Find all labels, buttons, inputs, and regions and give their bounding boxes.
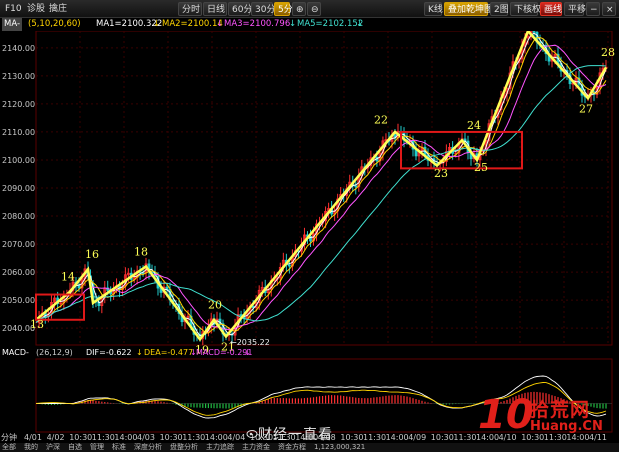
wave-label: 13 <box>30 318 44 331</box>
price-axis-label: 2080.00 <box>2 212 35 221</box>
date-axis-label: 14:00 <box>204 433 228 442</box>
date-axis-label: 11:30 <box>453 433 477 442</box>
bottom-tab[interactable]: 资金方程 <box>278 443 306 452</box>
date-axis-label: 分钟 <box>1 433 17 442</box>
bottom-tab[interactable]: 盘整分析 <box>170 443 198 452</box>
bottom-tab[interactable]: 沪深 <box>46 443 60 452</box>
kline-button[interactable]: K线 <box>424 2 443 16</box>
wave-label: 14 <box>61 271 75 284</box>
ma2-value: MA2=2100.14 <box>162 19 223 29</box>
capture-menu[interactable]: 擒庄 <box>46 2 70 16</box>
bottom-tab[interactable]: 主力追踪 <box>206 443 234 452</box>
bottom-tab[interactable]: 自选 <box>68 443 82 452</box>
logo-cn-text: 拾荒网 <box>530 399 591 421</box>
logo-url-text: Huang.CN <box>530 419 603 434</box>
date-axis-label: 10:30 <box>430 433 454 442</box>
price-axis-label: 2140.00 <box>2 44 35 53</box>
bottom-bar: 全部 我的 沪深 自选 管理 标准 深度分析 盘整分析 主力追踪 主力资金 资金方程 1,123,00… <box>0 443 619 452</box>
price-axis-label: 2130.00 <box>2 72 35 81</box>
pan-button[interactable]: 平移 <box>564 2 586 16</box>
price-axis-label: 2060.00 <box>2 268 35 277</box>
wave-label: 25 <box>474 161 488 174</box>
price-axis-label: 2100.00 <box>2 156 35 165</box>
draw-line-button[interactable]: 画线 <box>540 2 562 16</box>
adjust-button[interactable]: 下核权 <box>510 2 541 16</box>
candle-body <box>354 185 358 188</box>
tab-30min[interactable]: 30分 <box>251 2 275 16</box>
logo-number: 10 <box>478 392 534 438</box>
date-axis-label: 4/03 <box>137 433 155 442</box>
date-axis-label: 14:00 <box>114 433 138 442</box>
date-axis-label: 10:30 <box>159 433 183 442</box>
top-toolbar: F10 诊股 擒庄 分时 日线 60分 30分 5分 ⊕ ⊖ K线 叠加乾坤图 … <box>0 0 619 18</box>
wave-label: 24 <box>467 119 481 132</box>
tab-daily[interactable]: 日线 <box>203 2 227 16</box>
zoom-in-icon[interactable]: ⊕ <box>292 2 306 16</box>
macd-indicator-label[interactable]: MACD- <box>2 347 29 359</box>
bottom-tab[interactable]: 管理 <box>90 443 104 452</box>
wave-label: 27 <box>579 102 593 115</box>
wave-label: 23 <box>434 167 448 180</box>
ma1-line <box>35 32 607 337</box>
tab-5min[interactable]: 5分 <box>274 2 293 16</box>
watermark-text: 财经一直看 <box>258 427 333 443</box>
two-chart-button[interactable]: 2图 <box>490 2 509 16</box>
tab-timeshare[interactable]: 分时 <box>178 2 202 16</box>
f10-button[interactable]: F10 <box>2 2 25 16</box>
dif-arrow: ↓ <box>136 348 143 357</box>
price-axis-label: 2120.00 <box>2 100 35 109</box>
price-axis-label: 2090.00 <box>2 184 35 193</box>
macd-params: (26,12,9) <box>36 348 73 357</box>
date-axis-label: 4/02 <box>46 433 65 442</box>
bottom-tab[interactable]: 标准 <box>112 443 126 452</box>
date-axis-label: 14:00 <box>385 433 409 442</box>
macd-legend: MACD- (26,12,9) DIF=-0.622 ↓ DEA=-0.477 … <box>0 347 619 359</box>
bottom-tab[interactable]: 1,123,000,321 <box>314 443 365 452</box>
ma3-value: MA3=2100.796 <box>224 19 291 29</box>
price-axis-label: 2050.00 <box>2 296 35 305</box>
bottom-tab[interactable]: 全部 <box>2 443 16 452</box>
tab-60min[interactable]: 60分 <box>228 2 252 16</box>
wave-label: 28 <box>601 46 615 59</box>
window-min-icon[interactable]: − <box>586 2 600 16</box>
dea-value: DEA=-0.477 <box>144 348 194 357</box>
zoom-out-icon[interactable]: ⊖ <box>307 2 321 16</box>
price-axis-label: 2110.00 <box>2 128 35 137</box>
low-price-label: ←2035.22 <box>230 338 270 347</box>
dif-value: DIF=-0.622 <box>86 348 132 357</box>
weibo-icon <box>246 430 258 438</box>
bottom-tab[interactable]: 主力资金 <box>242 443 270 452</box>
ma-legend: MA- (5,10,20,60) MA1=2100.322 ↓ MA2=2100… <box>0 18 619 31</box>
kline-chart[interactable]: 2140.00 2130.00 2120.00 2110.00 2100.00 2090.… <box>0 0 619 452</box>
window-close-icon[interactable]: × <box>602 2 616 16</box>
date-axis-label: 11:30 <box>182 433 206 442</box>
date-axis-label: 4/09 <box>408 433 427 442</box>
date-axis-label: 4/01 <box>24 433 42 442</box>
bottom-tab[interactable]: 我的 <box>24 443 38 452</box>
ma2-arrow: ↓ <box>216 19 224 29</box>
date-axis-label: 11:30 <box>363 433 387 442</box>
date-axis-label: 4/04 <box>227 433 246 442</box>
ma1-arrow: ↓ <box>153 19 161 29</box>
diagnose-menu[interactable]: 诊股 <box>24 2 48 16</box>
date-axis-label: 11:30 <box>91 433 115 442</box>
ma3-arrow: ↓ <box>289 19 297 29</box>
ma-params: (5,10,20,60) <box>28 19 81 29</box>
overlay-button[interactable]: 叠加乾坤图 <box>444 2 493 16</box>
ma5-value: MA5=2102.152 <box>297 19 364 29</box>
candle-body <box>287 264 291 267</box>
wave-label: 20 <box>208 299 222 312</box>
macd-arrow: ↓ <box>244 348 251 357</box>
wave-label: 16 <box>85 248 99 261</box>
bottom-tab[interactable]: 深度分析 <box>134 443 162 452</box>
ma-indicator-label[interactable]: MA- <box>2 18 23 31</box>
price-axis-label: 2070.00 <box>2 240 35 249</box>
wave-label: 22 <box>374 114 388 127</box>
wave-label: 18 <box>134 245 148 258</box>
date-axis-label: 10:30 <box>340 433 364 442</box>
site-logo: 10 拾荒网 Huang.CN <box>478 393 619 443</box>
date-axis-label: 10:30 <box>69 433 93 442</box>
ma5-arrow: ↓ <box>356 19 364 29</box>
